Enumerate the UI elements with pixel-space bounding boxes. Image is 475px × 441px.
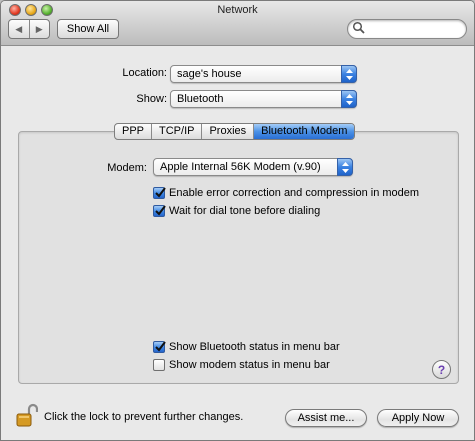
modem-value: Apple Internal 56K Modem (v.90): [160, 161, 321, 173]
show-all-button[interactable]: Show All: [57, 19, 119, 39]
checkbox-box[interactable]: [153, 341, 166, 353]
show-value: Bluetooth: [177, 93, 224, 105]
help-button[interactable]: ?: [432, 360, 451, 379]
tab-proxies[interactable]: Proxies: [201, 124, 253, 139]
forward-button[interactable]: ▶: [28, 20, 50, 38]
help-icon: ?: [437, 362, 446, 377]
search-icon: [352, 21, 365, 34]
tab-tcpip[interactable]: TCP/IP: [151, 124, 201, 139]
wait-dial-tone-label: Wait for dial tone before dialing: [169, 205, 321, 217]
modem-popup[interactable]: Apple Internal 56K Modem (v.90): [153, 158, 353, 176]
checkbox-box[interactable]: [153, 359, 165, 371]
popup-arrows-icon: [337, 158, 353, 176]
error-correction-checkbox[interactable]: Enable error correction and compression …: [153, 187, 419, 199]
back-forward-control: ◀ ▶: [8, 19, 50, 39]
popup-arrows-icon: [341, 65, 357, 83]
search-field[interactable]: [347, 19, 467, 39]
checkmark-icon: [155, 205, 166, 216]
location-value: sage's house: [177, 68, 242, 80]
network-window: Network ◀ ▶ Show All Location: sage's ho…: [0, 0, 475, 441]
show-bluetooth-status-label: Show Bluetooth status in menu bar: [169, 341, 340, 353]
back-button[interactable]: ◀: [9, 20, 29, 38]
show-label: Show:: [136, 93, 167, 105]
show-modem-status-label: Show modem status in menu bar: [169, 359, 330, 371]
checkmark-icon: [155, 187, 166, 198]
location-popup[interactable]: sage's house: [170, 65, 357, 83]
popup-arrows-icon: [341, 90, 357, 108]
tab-ppp[interactable]: PPP: [115, 124, 151, 139]
title-bar: Network ◀ ▶ Show All: [1, 1, 474, 46]
window-title: Network: [217, 4, 258, 16]
wait-dial-tone-checkbox[interactable]: Wait for dial tone before dialing: [153, 205, 320, 217]
location-label: Location:: [122, 67, 167, 79]
modem-label: Modem:: [107, 162, 147, 174]
tab-bluetooth-modem[interactable]: Bluetooth Modem: [253, 124, 355, 139]
checkmark-icon: [155, 341, 166, 352]
assist-me-button[interactable]: Assist me...: [285, 409, 367, 427]
lock-message: Click the lock to prevent further change…: [44, 411, 244, 423]
tab-bar: PPP TCP/IP Proxies Bluetooth Modem: [114, 123, 356, 140]
checkbox-box[interactable]: [153, 205, 166, 217]
lock-icon[interactable]: [16, 403, 38, 427]
error-correction-label: Enable error correction and compression …: [169, 187, 420, 199]
show-bluetooth-status-checkbox[interactable]: Show Bluetooth status in menu bar: [153, 341, 340, 353]
checkbox-box[interactable]: [153, 187, 166, 199]
apply-now-button[interactable]: Apply Now: [377, 409, 459, 427]
show-modem-status-checkbox[interactable]: Show modem status in menu bar: [153, 359, 330, 371]
show-popup[interactable]: Bluetooth: [170, 90, 357, 108]
